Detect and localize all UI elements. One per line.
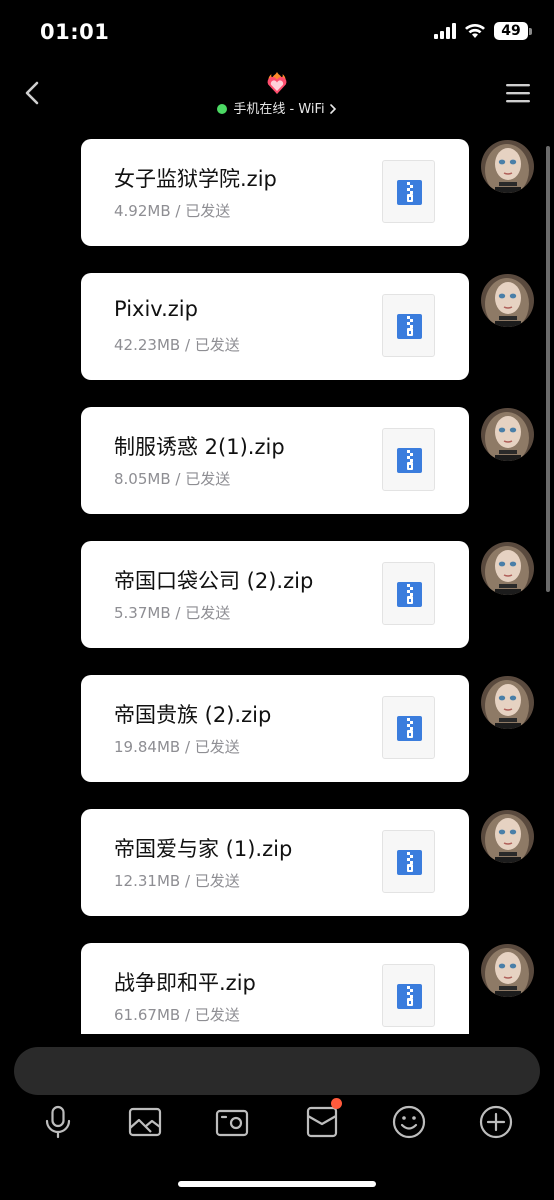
heart-fire-icon xyxy=(267,72,287,94)
online-dot xyxy=(217,104,228,114)
zip-file-thumbnail xyxy=(382,428,435,491)
file-name: 女子监狱学院.zip xyxy=(114,167,277,191)
zip-file-icon xyxy=(397,180,422,205)
zip-file-icon xyxy=(397,582,422,607)
file-card[interactable]: 帝国爱与家 (1).zip 12.31MB / 已发送 xyxy=(81,809,469,916)
zip-file-thumbnail xyxy=(382,294,435,357)
scrollbar[interactable] xyxy=(546,146,550,592)
avatar-image xyxy=(481,408,534,461)
file-meta: 42.23MB / 已发送 xyxy=(114,336,240,354)
file-meta: 61.67MB / 已发送 xyxy=(114,1006,240,1024)
message-input[interactable] xyxy=(14,1047,540,1095)
message-row: 制服诱惑 2(1).zip 8.05MB / 已发送 xyxy=(0,407,554,515)
message-list[interactable]: 女子监狱学院.zip 4.92MB / 已发送 Pixiv.zip 42.23M… xyxy=(0,138,554,1034)
file-name: 战争即和平.zip xyxy=(114,971,256,995)
message-row: Pixiv.zip 42.23MB / 已发送 xyxy=(0,273,554,381)
message-row: 帝国口袋公司 (2).zip 5.37MB / 已发送 xyxy=(0,541,554,649)
avatar[interactable] xyxy=(481,676,534,729)
file-name: 制服诱惑 2(1).zip xyxy=(114,435,285,459)
status-bar: 01:01 49 xyxy=(0,0,554,64)
avatar[interactable] xyxy=(481,810,534,863)
zip-file-thumbnail xyxy=(382,562,435,625)
avatar[interactable] xyxy=(481,274,534,327)
chat-header: 手机在线 - WiFi xyxy=(0,64,554,124)
zip-file-thumbnail xyxy=(382,696,435,759)
file-meta: 19.84MB / 已发送 xyxy=(114,738,240,756)
red-packet-icon xyxy=(306,1106,338,1138)
battery-icon: 49 xyxy=(494,22,532,40)
notification-badge xyxy=(331,1098,342,1109)
camera-icon[interactable] xyxy=(214,1104,250,1140)
status-time: 01:01 xyxy=(40,20,110,44)
file-name: Pixiv.zip xyxy=(114,297,198,321)
avatar[interactable] xyxy=(481,140,534,193)
microphone-icon[interactable] xyxy=(40,1104,76,1140)
zip-file-thumbnail xyxy=(382,964,435,1027)
message-row: 战争即和平.zip 61.67MB / 已发送 xyxy=(0,943,554,1034)
chevron-right-icon xyxy=(329,104,336,114)
zip-file-icon xyxy=(397,314,422,339)
menu-icon[interactable] xyxy=(506,82,530,104)
avatar-image xyxy=(481,810,534,863)
battery-level: 49 xyxy=(494,22,528,40)
zip-file-icon xyxy=(397,716,422,741)
avatar-image xyxy=(481,542,534,595)
emoji-icon[interactable] xyxy=(391,1104,427,1140)
file-meta: 5.37MB / 已发送 xyxy=(114,604,231,622)
file-card[interactable]: 制服诱惑 2(1).zip 8.05MB / 已发送 xyxy=(81,407,469,514)
presence-status[interactable]: 手机在线 - WiFi xyxy=(0,98,554,117)
wifi-icon xyxy=(465,24,485,38)
file-meta: 8.05MB / 已发送 xyxy=(114,470,231,488)
plus-icon[interactable] xyxy=(478,1104,514,1140)
zip-file-thumbnail xyxy=(382,830,435,893)
image-icon[interactable] xyxy=(127,1104,163,1140)
file-card[interactable]: 帝国口袋公司 (2).zip 5.37MB / 已发送 xyxy=(81,541,469,648)
file-name: 帝国贵族 (2).zip xyxy=(114,703,272,727)
zip-file-icon xyxy=(397,850,422,875)
zip-file-icon xyxy=(397,984,422,1009)
chat-toolbar xyxy=(0,1098,554,1144)
file-card[interactable]: Pixiv.zip 42.23MB / 已发送 xyxy=(81,273,469,380)
file-card[interactable]: 帝国贵族 (2).zip 19.84MB / 已发送 xyxy=(81,675,469,782)
avatar-image xyxy=(481,944,534,997)
message-row: 女子监狱学院.zip 4.92MB / 已发送 xyxy=(0,139,554,247)
zip-file-thumbnail xyxy=(382,160,435,223)
file-meta: 4.92MB / 已发送 xyxy=(114,202,231,220)
message-row: 帝国贵族 (2).zip 19.84MB / 已发送 xyxy=(0,675,554,783)
avatar-image xyxy=(481,274,534,327)
zip-file-icon xyxy=(397,448,422,473)
avatar-image xyxy=(481,140,534,193)
status-icons: 49 xyxy=(434,22,532,40)
avatar[interactable] xyxy=(481,944,534,997)
avatar-image xyxy=(481,676,534,729)
file-name: 帝国口袋公司 (2).zip xyxy=(114,569,314,593)
presence-text: 手机在线 - WiFi xyxy=(233,102,325,117)
red-packet-button[interactable] xyxy=(304,1098,342,1140)
file-card[interactable]: 女子监狱学院.zip 4.92MB / 已发送 xyxy=(81,139,469,246)
file-meta: 12.31MB / 已发送 xyxy=(114,872,240,890)
avatar[interactable] xyxy=(481,408,534,461)
cellular-signal-icon xyxy=(434,23,456,39)
home-indicator[interactable] xyxy=(178,1181,376,1187)
file-card[interactable]: 战争即和平.zip 61.67MB / 已发送 xyxy=(81,943,469,1034)
message-row: 帝国爱与家 (1).zip 12.31MB / 已发送 xyxy=(0,809,554,917)
avatar[interactable] xyxy=(481,542,534,595)
file-name: 帝国爱与家 (1).zip xyxy=(114,837,293,861)
